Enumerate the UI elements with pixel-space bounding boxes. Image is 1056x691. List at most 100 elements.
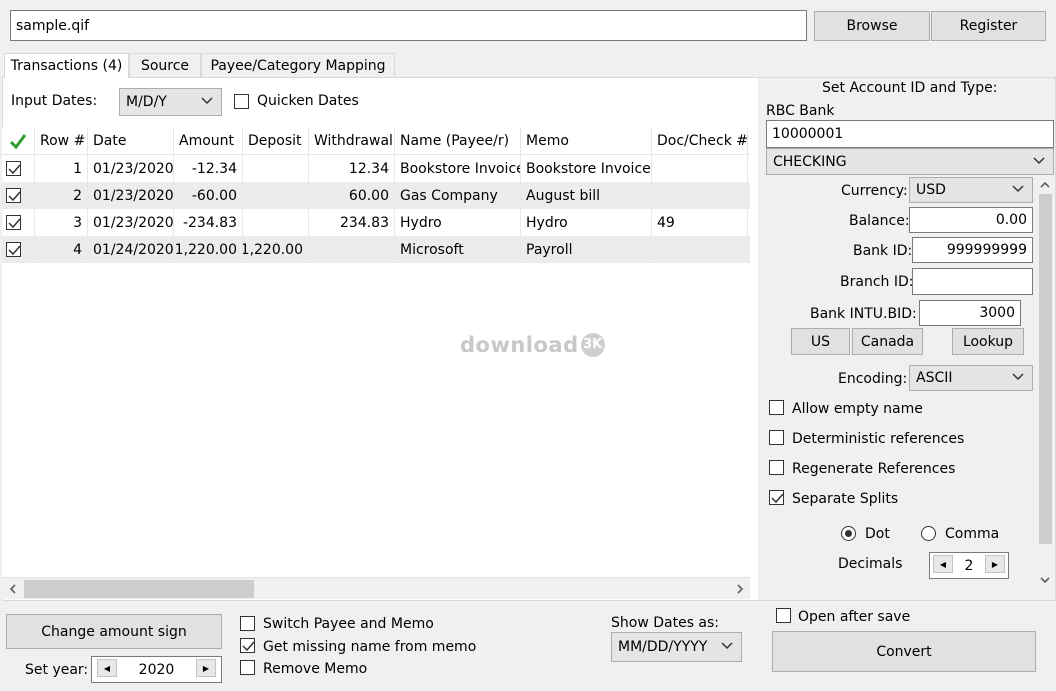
column-header-name[interactable]: Name (Payee/r)	[395, 127, 521, 155]
memo-cell[interactable]: Payroll	[521, 236, 652, 263]
account-id-input[interactable]: 10000001	[766, 120, 1054, 148]
tab-transactions[interactable]: Transactions (4)	[4, 53, 129, 78]
date-cell[interactable]: 01/23/2020	[88, 182, 174, 209]
scroll-left-icon[interactable]	[9, 584, 17, 594]
regenerate-references-checkbox[interactable]	[769, 460, 784, 475]
encoding-select[interactable]: ASCII	[909, 365, 1033, 391]
date-cell[interactable]: 01/23/2020	[88, 209, 174, 236]
payee-name-cell[interactable]: Gas Company	[395, 182, 521, 209]
allow-empty-name-checkbox[interactable]	[769, 400, 784, 415]
quicken-dates-checkbox[interactable]	[234, 94, 249, 109]
withdrawal-cell[interactable]: 234.83	[309, 209, 395, 236]
select-all-column[interactable]	[2, 127, 35, 155]
row-number-cell[interactable]: 2	[35, 182, 88, 209]
amount-cell[interactable]: -12.34	[174, 155, 243, 182]
transactions-grid[interactable]: Row # Date Amount Deposit Withdrawal Nam…	[2, 127, 750, 577]
separate-splits-checkbox[interactable]	[769, 490, 784, 505]
dot-radio[interactable]	[841, 526, 856, 541]
year-stepper[interactable]: 2020 ◀ ▶	[91, 656, 222, 683]
bank-id-input[interactable]: 999999999	[912, 237, 1033, 263]
withdrawal-cell[interactable]: 12.34	[309, 155, 395, 182]
row-select-cell[interactable]	[2, 182, 35, 209]
date-cell[interactable]: 01/24/2020	[88, 236, 174, 263]
settings-vertical-scrollbar[interactable]	[1037, 176, 1054, 590]
vertical-scroll-thumb[interactable]	[1039, 194, 1052, 544]
grid-horizontal-scrollbar[interactable]	[2, 577, 750, 599]
memo-cell[interactable]: Hydro	[521, 209, 652, 236]
withdrawal-cell[interactable]: 60.00	[309, 182, 395, 209]
open-after-save-checkbox[interactable]	[776, 608, 791, 623]
intu-bid-input[interactable]: 3000	[919, 300, 1021, 326]
memo-cell[interactable]: August bill	[521, 182, 652, 209]
amount-cell[interactable]: -60.00	[174, 182, 243, 209]
payee-name-cell[interactable]: Hydro	[395, 209, 521, 236]
deposit-cell[interactable]	[243, 155, 309, 182]
row-number-cell[interactable]: 1	[35, 155, 88, 182]
column-header-memo[interactable]: Memo	[521, 127, 652, 155]
comma-radio[interactable]	[921, 526, 936, 541]
column-header-doc-check[interactable]: Doc/Check #	[652, 127, 748, 155]
doc-check-cell[interactable]	[652, 182, 748, 209]
input-dates-select[interactable]: M/D/Y	[119, 88, 222, 116]
currency-select[interactable]: USD	[909, 177, 1033, 203]
tab-payee-category-mapping[interactable]: Payee/Category Mapping	[201, 53, 395, 77]
row-select-cell[interactable]	[2, 155, 35, 182]
tab-source[interactable]: Source	[129, 53, 201, 77]
show-dates-select[interactable]: MM/DD/YYYY	[611, 632, 742, 662]
balance-input[interactable]: 0.00	[909, 207, 1033, 233]
memo-cell[interactable]: Bookstore Invoice	[521, 155, 652, 182]
branch-id-input[interactable]	[912, 268, 1033, 295]
row-checkbox[interactable]	[6, 161, 21, 176]
change-amount-sign-button[interactable]: Change amount sign	[6, 614, 222, 649]
lookup-button[interactable]: Lookup	[952, 328, 1024, 355]
doc-check-cell[interactable]	[652, 236, 748, 263]
row-checkbox[interactable]	[6, 242, 21, 257]
increment-button[interactable]: ▶	[985, 555, 1005, 573]
get-missing-name-checkbox[interactable]	[240, 638, 255, 653]
convert-button[interactable]: Convert	[772, 631, 1036, 672]
column-header-deposit[interactable]: Deposit	[243, 127, 309, 155]
column-header-amount[interactable]: Amount	[174, 127, 243, 155]
payee-name-cell[interactable]: Microsoft	[395, 236, 521, 263]
row-select-cell[interactable]	[2, 209, 35, 236]
amount-cell[interactable]: 1,220.00	[174, 236, 243, 263]
deposit-cell[interactable]: 1,220.00	[243, 236, 309, 263]
date-cell[interactable]: 01/23/2020	[88, 155, 174, 182]
switch-payee-memo-checkbox[interactable]	[240, 616, 255, 631]
row-number-cell[interactable]: 4	[35, 236, 88, 263]
file-path-input[interactable]: sample.qif	[10, 10, 807, 41]
column-header-row[interactable]: Row #	[35, 127, 88, 155]
row-number-cell[interactable]: 3	[35, 209, 88, 236]
row-checkbox[interactable]	[6, 188, 21, 203]
year-increment-button[interactable]: ▶	[196, 659, 216, 677]
us-button[interactable]: US	[791, 328, 850, 355]
register-button[interactable]: Register	[931, 11, 1046, 41]
deterministic-references-checkbox[interactable]	[769, 430, 784, 445]
scroll-up-icon[interactable]	[1040, 181, 1050, 189]
decrement-button[interactable]: ◀	[933, 555, 953, 573]
row-checkbox[interactable]	[6, 215, 21, 230]
deposit-cell[interactable]	[243, 209, 309, 236]
withdrawal-cell[interactable]	[309, 236, 395, 263]
table-row[interactable]: 1 01/23/2020 -12.34 12.34 Bookstore Invo…	[2, 155, 750, 182]
canada-button[interactable]: Canada	[852, 328, 923, 355]
column-header-date[interactable]: Date	[88, 127, 174, 155]
remove-memo-checkbox[interactable]	[240, 660, 255, 675]
horizontal-scroll-thumb[interactable]	[24, 580, 254, 598]
decimals-stepper[interactable]: 2 ◀ ▶	[929, 552, 1009, 579]
scroll-down-icon[interactable]	[1040, 576, 1050, 584]
column-header-withdrawal[interactable]: Withdrawal	[309, 127, 395, 155]
browse-button[interactable]: Browse	[814, 11, 930, 41]
year-decrement-button[interactable]: ◀	[97, 659, 117, 677]
doc-check-cell[interactable]: 49	[652, 209, 748, 236]
payee-name-cell[interactable]: Bookstore Invoice	[395, 155, 521, 182]
scroll-right-icon[interactable]	[736, 584, 744, 594]
doc-check-cell[interactable]	[652, 155, 748, 182]
deposit-cell[interactable]	[243, 182, 309, 209]
table-row[interactable]: 3 01/23/2020 -234.83 234.83 Hydro Hydro …	[2, 209, 750, 236]
row-select-cell[interactable]	[2, 236, 35, 263]
amount-cell[interactable]: -234.83	[174, 209, 243, 236]
table-row[interactable]: 4 01/24/2020 1,220.00 1,220.00 Microsoft…	[2, 236, 750, 263]
table-row[interactable]: 2 01/23/2020 -60.00 60.00 Gas Company Au…	[2, 182, 750, 209]
account-type-select[interactable]: CHECKING	[766, 148, 1054, 175]
